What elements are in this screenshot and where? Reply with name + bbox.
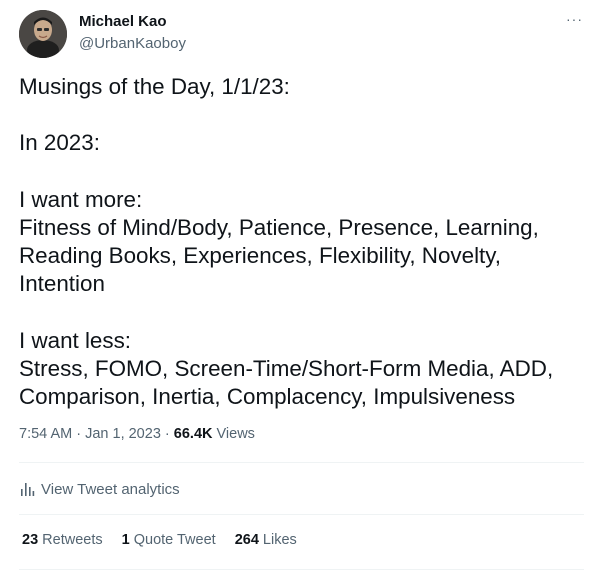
views-count: 66.4K [173, 426, 213, 442]
avatar[interactable] [19, 10, 67, 58]
author-name[interactable]: Michael Kao [79, 13, 167, 30]
retweets-stat[interactable]: 23 Retweets [22, 532, 103, 548]
tweet-time[interactable]: 7:54 AM [19, 426, 72, 442]
meta-separator: · [160, 426, 174, 442]
tweet-line: I want more: [19, 186, 143, 212]
tweet-line: In 2023: [19, 130, 100, 156]
engagement-stats: 23 Retweets 1 Quote Tweet 264 Likes [22, 532, 316, 548]
tweet-line: Reading Books, Experiences, Flexibility,… [19, 243, 502, 269]
tweet-line: Fitness of Mind/Body, Patience, Presence… [19, 214, 539, 240]
likes-count: 264 [234, 532, 259, 548]
tweet-card: Michael Kao @UrbanKaoboy ··· Musings of … [0, 0, 592, 570]
tweet-line: I want less: [19, 327, 131, 353]
tweet-meta: 7:54 AM · Jan 1, 2023 · 66.4K Views [19, 426, 255, 442]
tweet-line: Intention [19, 271, 105, 297]
tweet-line: Stress, FOMO, Screen-Time/Short-Form Med… [19, 355, 554, 381]
avatar-image [19, 10, 67, 58]
more-options-icon[interactable]: ··· [566, 12, 584, 28]
author-handle[interactable]: @UrbanKaoboy [79, 35, 186, 52]
quotes-label: Quote Tweet [129, 532, 216, 548]
tweet-date[interactable]: Jan 1, 2023 [85, 426, 161, 442]
likes-label: Likes [258, 532, 297, 548]
meta-separator: · [72, 426, 86, 442]
quote-tweets-stat[interactable]: 1 Quote Tweet [122, 532, 216, 548]
retweets-count: 23 [22, 532, 39, 548]
divider [19, 514, 584, 515]
likes-stat[interactable]: 264 Likes [235, 532, 297, 548]
analytics-label: View Tweet analytics [41, 480, 180, 498]
tweet-text: Musings of the Day, 1/1/23: In 2023: I wan… [19, 73, 584, 411]
analytics-bar-icon [19, 481, 35, 497]
quotes-count: 1 [121, 532, 130, 548]
retweets-label: Retweets [38, 532, 103, 548]
view-analytics-link[interactable]: View Tweet analytics [19, 478, 180, 500]
tweet-line: Musings of the Day, 1/1/23: [19, 74, 290, 99]
views-label: Views [212, 426, 255, 442]
divider [19, 462, 584, 463]
tweet-line: Comparison, Inertia, Complacency, Impuls… [19, 384, 516, 410]
